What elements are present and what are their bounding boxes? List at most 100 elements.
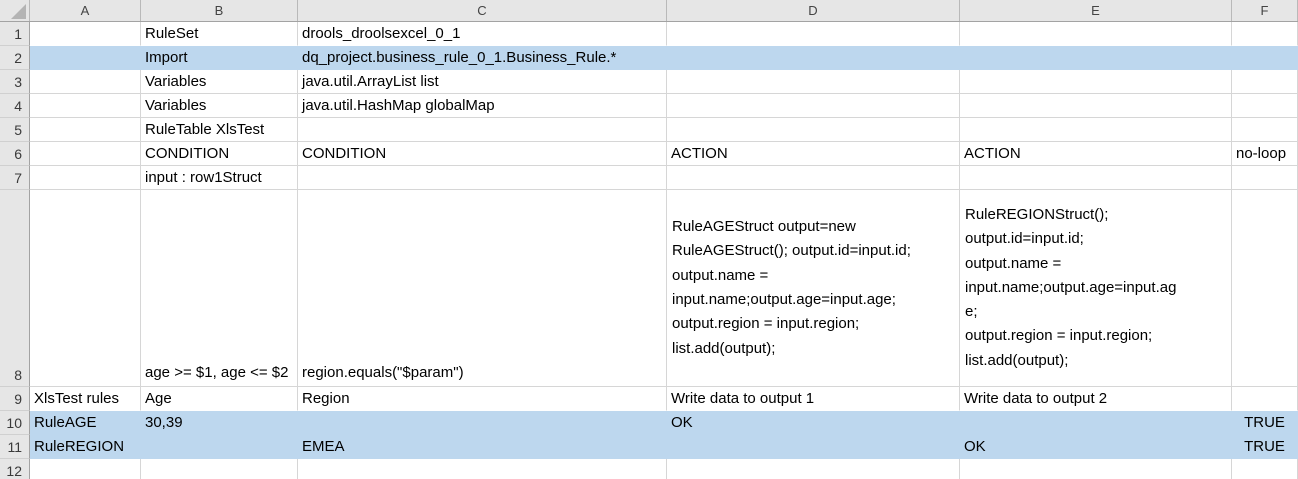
row-header-11[interactable]: 11 [0, 435, 30, 459]
cell-F6[interactable]: no-loop [1232, 142, 1298, 166]
cell-B9[interactable]: Age [141, 387, 298, 411]
cell-C11[interactable]: EMEA [298, 435, 667, 459]
row-header-10[interactable]: 10 [0, 411, 30, 435]
cell-D2[interactable] [667, 46, 960, 70]
cell-E12[interactable] [960, 459, 1232, 479]
row-header-9[interactable]: 9 [0, 387, 30, 411]
cell-A10[interactable]: RuleAGE [30, 411, 141, 435]
row-header-6[interactable]: 6 [0, 142, 30, 166]
row-header-4[interactable]: 4 [0, 94, 30, 118]
cell-F5[interactable] [1232, 118, 1298, 142]
cell-C6[interactable]: CONDITION [298, 142, 667, 166]
cell-E11[interactable]: OK [960, 435, 1232, 459]
row-header-7[interactable]: 7 [0, 166, 30, 190]
row-9: 9 XlsTest rules Age Region Write data to out… [0, 387, 1298, 411]
cell-A7[interactable] [30, 166, 141, 190]
cell-B8[interactable]: age >= $1, age <= $2 [141, 190, 298, 387]
cell-E7[interactable] [960, 166, 1232, 190]
cell-E5[interactable] [960, 118, 1232, 142]
cell-B3[interactable]: Variables [141, 70, 298, 94]
cell-C9[interactable]: Region [298, 387, 667, 411]
cell-D9[interactable]: Write data to output 1 [667, 387, 960, 411]
cell-B4[interactable]: Variables [141, 94, 298, 118]
cell-B5[interactable]: RuleTable XlsTest [141, 118, 298, 142]
cell-F4[interactable] [1232, 94, 1298, 118]
row-header-5[interactable]: 5 [0, 118, 30, 142]
cell-A11[interactable]: RuleREGION [30, 435, 141, 459]
cell-A6[interactable] [30, 142, 141, 166]
cell-D4[interactable] [667, 94, 960, 118]
row-12: 12 [0, 459, 1298, 479]
cell-B1[interactable]: RuleSet [141, 22, 298, 46]
cell-E1[interactable] [960, 22, 1232, 46]
cell-F11[interactable]: TRUE [1232, 435, 1298, 459]
row-7: 7 input : row1Struct [0, 166, 1298, 190]
cell-A8[interactable] [30, 190, 141, 387]
sheet-body: 1 RuleSet drools_droolsexcel_0_1 2 Import dq_… [0, 22, 1298, 479]
row-6: 6 CONDITION CONDITION ACTION ACTION no-loop [0, 142, 1298, 166]
cell-A4[interactable] [30, 94, 141, 118]
column-header-B[interactable]: B [141, 0, 298, 21]
cell-C3[interactable]: java.util.ArrayList list [298, 70, 667, 94]
row-header-12[interactable]: 12 [0, 459, 30, 479]
column-header-D[interactable]: D [667, 0, 960, 21]
cell-F8[interactable] [1232, 190, 1298, 387]
column-header-row: A B C D E F [0, 0, 1298, 22]
column-header-E[interactable]: E [960, 0, 1232, 21]
column-header-F[interactable]: F [1232, 0, 1298, 21]
cell-A3[interactable] [30, 70, 141, 94]
row-header-3[interactable]: 3 [0, 70, 30, 94]
cell-F10[interactable]: TRUE [1232, 411, 1298, 435]
cell-B7[interactable]: input : row1Struct [141, 166, 298, 190]
cell-E9[interactable]: Write data to output 2 [960, 387, 1232, 411]
cell-D3[interactable] [667, 70, 960, 94]
column-header-C[interactable]: C [298, 0, 667, 21]
cell-B10[interactable]: 30,39 [141, 411, 298, 435]
cell-D6[interactable]: ACTION [667, 142, 960, 166]
cell-C1[interactable]: drools_droolsexcel_0_1 [298, 22, 667, 46]
cell-D5[interactable] [667, 118, 960, 142]
cell-F2[interactable] [1232, 46, 1298, 70]
cell-C10[interactable] [298, 411, 667, 435]
cell-A12[interactable] [30, 459, 141, 479]
cell-B12[interactable] [141, 459, 298, 479]
row-4: 4 Variables java.util.HashMap globalMap [0, 94, 1298, 118]
cell-A5[interactable] [30, 118, 141, 142]
cell-D7[interactable] [667, 166, 960, 190]
cell-F3[interactable] [1232, 70, 1298, 94]
cell-C12[interactable] [298, 459, 667, 479]
cell-A1[interactable] [30, 22, 141, 46]
cell-E3[interactable] [960, 70, 1232, 94]
cell-E2[interactable] [960, 46, 1232, 70]
cell-E6[interactable]: ACTION [960, 142, 1232, 166]
cell-C2[interactable]: dq_project.business_rule_0_1.Business_Ru… [298, 46, 667, 70]
cell-D10[interactable]: OK [667, 411, 960, 435]
cell-F12[interactable] [1232, 459, 1298, 479]
cell-A2[interactable] [30, 46, 141, 70]
cell-B11[interactable] [141, 435, 298, 459]
cell-D1[interactable] [667, 22, 960, 46]
cell-F9[interactable] [1232, 387, 1298, 411]
cell-C5[interactable] [298, 118, 667, 142]
cell-F1[interactable] [1232, 22, 1298, 46]
cell-C8[interactable]: region.equals("$param") [298, 190, 667, 387]
cell-B6[interactable]: CONDITION [141, 142, 298, 166]
cell-D12[interactable] [667, 459, 960, 479]
cell-A9[interactable]: XlsTest rules [30, 387, 141, 411]
cell-F7[interactable] [1232, 166, 1298, 190]
cell-D11[interactable] [667, 435, 960, 459]
row-3: 3 Variables java.util.ArrayList list [0, 70, 1298, 94]
row-header-2[interactable]: 2 [0, 46, 30, 70]
row-5: 5 RuleTable XlsTest [0, 118, 1298, 142]
cell-E4[interactable] [960, 94, 1232, 118]
cell-C7[interactable] [298, 166, 667, 190]
cell-E10[interactable] [960, 411, 1232, 435]
cell-E8[interactable]: RuleREGIONStruct(); output.id=input.id; … [960, 190, 1232, 387]
cell-D8[interactable]: RuleAGEStruct output=new RuleAGEStruct()… [667, 190, 960, 387]
row-header-1[interactable]: 1 [0, 22, 30, 46]
cell-B2[interactable]: Import [141, 46, 298, 70]
column-header-A[interactable]: A [30, 0, 141, 21]
cell-C4[interactable]: java.util.HashMap globalMap [298, 94, 667, 118]
select-all-corner[interactable] [0, 0, 30, 21]
row-header-8[interactable]: 8 [0, 190, 30, 387]
